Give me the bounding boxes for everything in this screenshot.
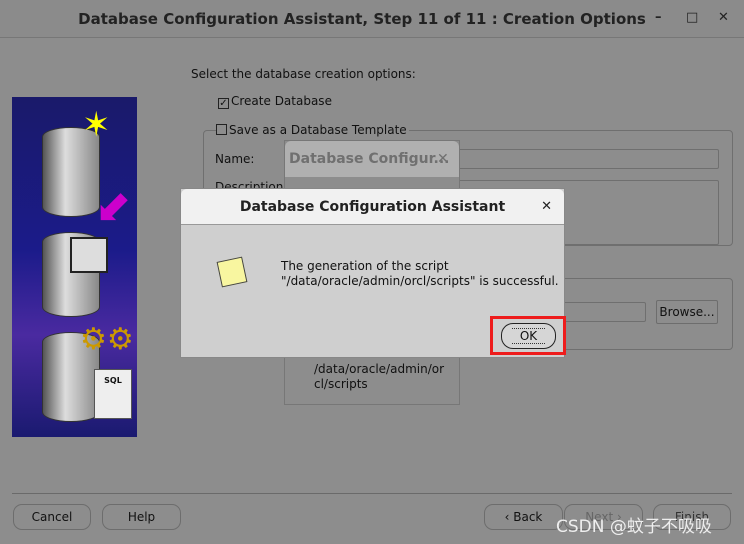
checkbox-checked[interactable]: ✓ bbox=[218, 98, 229, 109]
gears-icon: ⚙⚙ bbox=[80, 322, 134, 357]
sql-script-icon: SQL bbox=[94, 369, 132, 419]
footer-divider bbox=[12, 493, 732, 494]
star-icon: ✶ bbox=[82, 105, 111, 145]
create-database-label: Create Database bbox=[231, 94, 332, 108]
maximize-button[interactable]: □ bbox=[686, 10, 698, 25]
window-title: Database Configuration Assistant, Step 1… bbox=[78, 10, 646, 28]
browse-button[interactable]: Browse... bbox=[656, 300, 718, 324]
watermark: CSDN @蚊子不吸吸 bbox=[556, 517, 712, 537]
template-name-input[interactable] bbox=[440, 149, 719, 169]
title-bar: Database Configuration Assistant, Step 1… bbox=[0, 0, 744, 38]
bg-dialog-title: Database Configur... bbox=[289, 151, 450, 167]
note-icon bbox=[216, 256, 248, 288]
chevron-left-icon: ‹ bbox=[504, 510, 514, 524]
wizard-illustration: ✶ ⬅ ⚙⚙ SQL bbox=[12, 97, 144, 437]
minimize-button[interactable]: – bbox=[655, 10, 662, 25]
name-label: Name: bbox=[215, 152, 255, 166]
cancel-button[interactable]: Cancel bbox=[13, 504, 91, 530]
bg-dialog-close-icon[interactable]: ✕ bbox=[437, 151, 449, 167]
create-database-checkbox[interactable]: ✓ Create Database bbox=[218, 94, 332, 109]
floppy-disk-icon bbox=[70, 237, 108, 273]
bg-dialog-line: cl/scripts bbox=[314, 377, 368, 391]
save-template-label: Save as a Database Template bbox=[229, 123, 407, 137]
options-prompt: Select the database creation options: bbox=[191, 67, 416, 81]
dialog-message-line2: "/data/oracle/admin/orcl/scripts" is suc… bbox=[281, 274, 559, 288]
back-label: Back bbox=[513, 510, 543, 524]
save-template-checkbox[interactable]: Save as a Database Template bbox=[216, 123, 409, 137]
bg-dialog-line: /data/oracle/admin/or bbox=[314, 362, 445, 376]
ok-label: OK bbox=[511, 328, 546, 344]
ok-button[interactable]: OK bbox=[501, 323, 556, 349]
dialog-title: Database Configuration Assistant bbox=[239, 199, 506, 215]
dialog-close-icon[interactable]: ✕ bbox=[541, 189, 552, 225]
close-button[interactable]: ✕ bbox=[718, 10, 729, 25]
dialog-message-line1: The generation of the script bbox=[281, 259, 449, 273]
checkbox-unchecked[interactable] bbox=[216, 124, 227, 135]
help-button[interactable]: Help bbox=[102, 504, 181, 530]
back-button[interactable]: ‹ Back bbox=[484, 504, 563, 530]
